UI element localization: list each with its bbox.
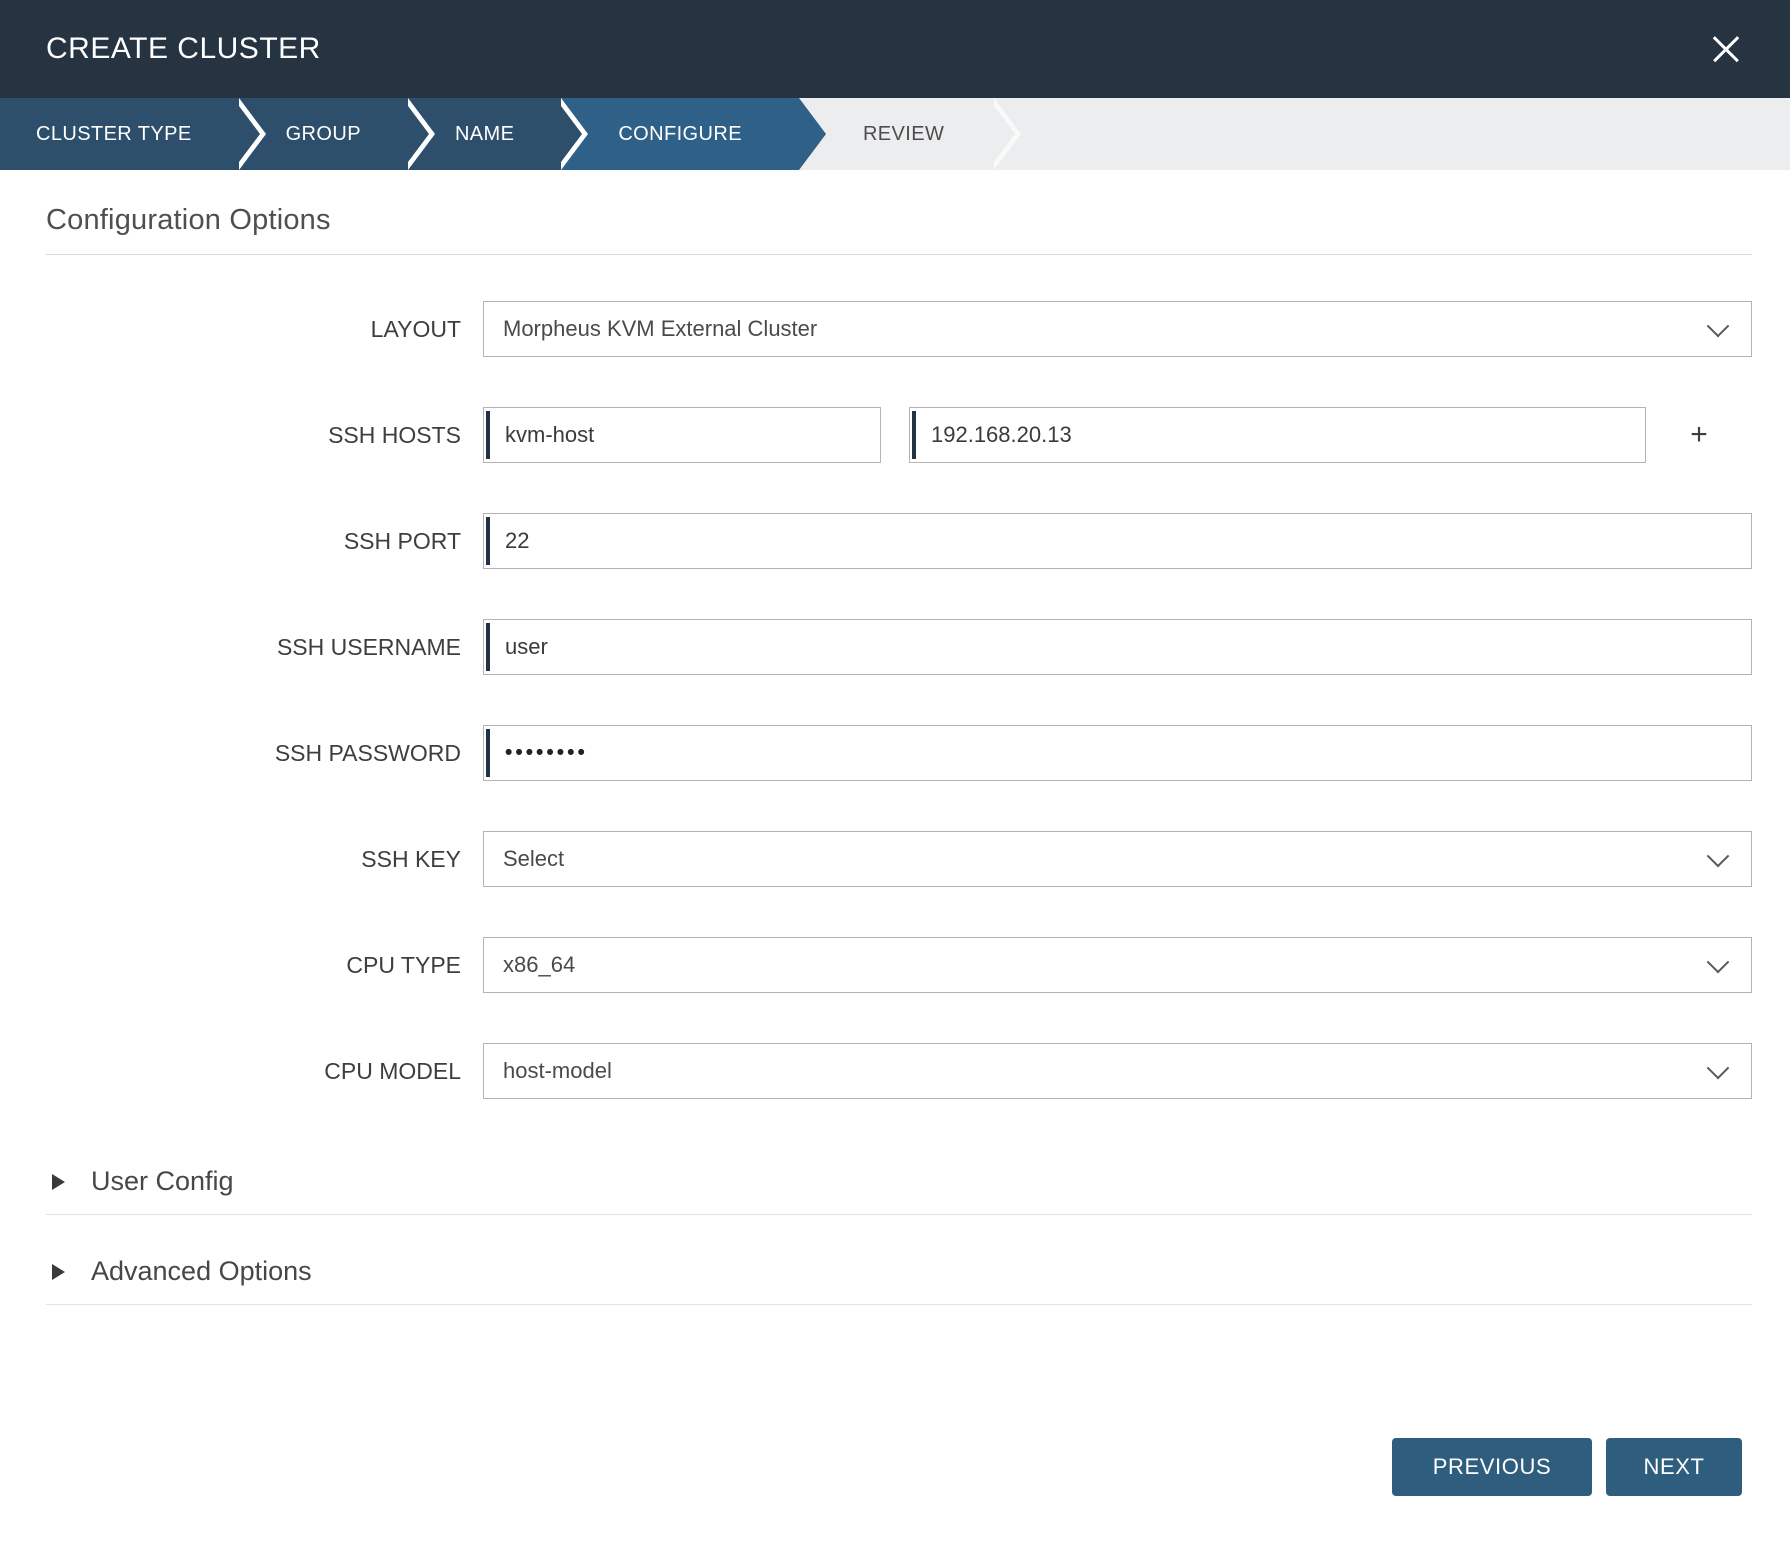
cpu-type-label: CPU TYPE <box>46 952 461 979</box>
previous-button[interactable]: PREVIOUS <box>1392 1438 1592 1496</box>
configure-form: LAYOUT Morpheus KVM External Cluster SSH… <box>46 301 1752 1099</box>
step-cluster-type[interactable]: CLUSTER TYPE <box>0 98 239 170</box>
ssh-key-select-value: Select <box>503 846 564 872</box>
ssh-key-label: SSH KEY <box>46 846 461 873</box>
ssh-password-label: SSH PASSWORD <box>46 740 461 767</box>
cpu-type-select[interactable]: x86_64 <box>483 937 1752 993</box>
wizard-footer: PREVIOUS NEXT <box>1392 1438 1742 1496</box>
layout-label: LAYOUT <box>46 316 461 343</box>
chevron-down-icon <box>1707 951 1730 974</box>
ssh-host-name-input[interactable] <box>483 407 881 463</box>
advanced-options-label: Advanced Options <box>91 1256 312 1287</box>
configure-panel: Configuration Options LAYOUT Morpheus KV… <box>0 170 1790 1305</box>
modal-title: CREATE CLUSTER <box>46 32 321 66</box>
section-title: Configuration Options <box>46 204 1752 237</box>
form-row-ssh-hosts: SSH HOSTS + <box>46 407 1752 463</box>
ssh-key-select[interactable]: Select <box>483 831 1752 887</box>
advanced-options-section-toggle[interactable]: Advanced Options <box>46 1239 1752 1305</box>
cpu-type-select-value: x86_64 <box>503 952 575 978</box>
form-row-layout: LAYOUT Morpheus KVM External Cluster <box>46 301 1752 357</box>
ssh-username-label: SSH USERNAME <box>46 634 461 661</box>
form-row-ssh-port: SSH PORT <box>46 513 1752 569</box>
cpu-model-select-value: host-model <box>503 1058 612 1084</box>
form-row-cpu-type: CPU TYPE x86_64 <box>46 937 1752 993</box>
step-label: REVIEW <box>863 123 944 146</box>
ssh-port-label: SSH PORT <box>46 528 461 555</box>
step-configure[interactable]: CONFIGURE <box>561 98 799 170</box>
section-divider <box>46 254 1752 255</box>
wizard-bar-filler <box>994 98 1790 170</box>
collapse-triangle-icon <box>52 1174 65 1190</box>
cpu-model-label: CPU MODEL <box>46 1058 461 1085</box>
create-cluster-modal: CREATE CLUSTER CLUSTER TYPE GROUP NAME C… <box>0 0 1790 1550</box>
chevron-down-icon <box>1707 315 1730 338</box>
collapse-triangle-icon <box>52 1264 65 1280</box>
ssh-port-input[interactable] <box>483 513 1752 569</box>
ssh-host-address-input[interactable] <box>909 407 1646 463</box>
chevron-down-icon <box>1707 845 1730 868</box>
cpu-model-select[interactable]: host-model <box>483 1043 1752 1099</box>
next-button[interactable]: NEXT <box>1606 1438 1742 1496</box>
modal-header: CREATE CLUSTER <box>0 0 1790 98</box>
layout-select-value: Morpheus KVM External Cluster <box>503 316 817 342</box>
ssh-hosts-label: SSH HOSTS <box>46 422 461 449</box>
form-row-ssh-username: SSH USERNAME <box>46 619 1752 675</box>
step-label: GROUP <box>286 123 361 146</box>
layout-select[interactable]: Morpheus KVM External Cluster <box>483 301 1752 357</box>
close-icon[interactable] <box>1708 31 1744 67</box>
form-row-cpu-model: CPU MODEL host-model <box>46 1043 1752 1099</box>
step-review[interactable]: REVIEW <box>799 98 994 170</box>
form-row-ssh-key: SSH KEY Select <box>46 831 1752 887</box>
chevron-down-icon <box>1707 1057 1730 1080</box>
user-config-label: User Config <box>91 1166 234 1197</box>
step-label: CONFIGURE <box>618 123 742 146</box>
ssh-username-input[interactable] <box>483 619 1752 675</box>
step-label: CLUSTER TYPE <box>36 123 192 146</box>
step-label: NAME <box>455 123 514 146</box>
wizard-steps: CLUSTER TYPE GROUP NAME CONFIGURE REVIEW <box>0 98 1790 170</box>
add-host-button[interactable]: + <box>1646 420 1752 450</box>
form-row-ssh-password: SSH PASSWORD <box>46 725 1752 781</box>
user-config-section-toggle[interactable]: User Config <box>46 1149 1752 1215</box>
ssh-password-input[interactable] <box>483 725 1752 781</box>
